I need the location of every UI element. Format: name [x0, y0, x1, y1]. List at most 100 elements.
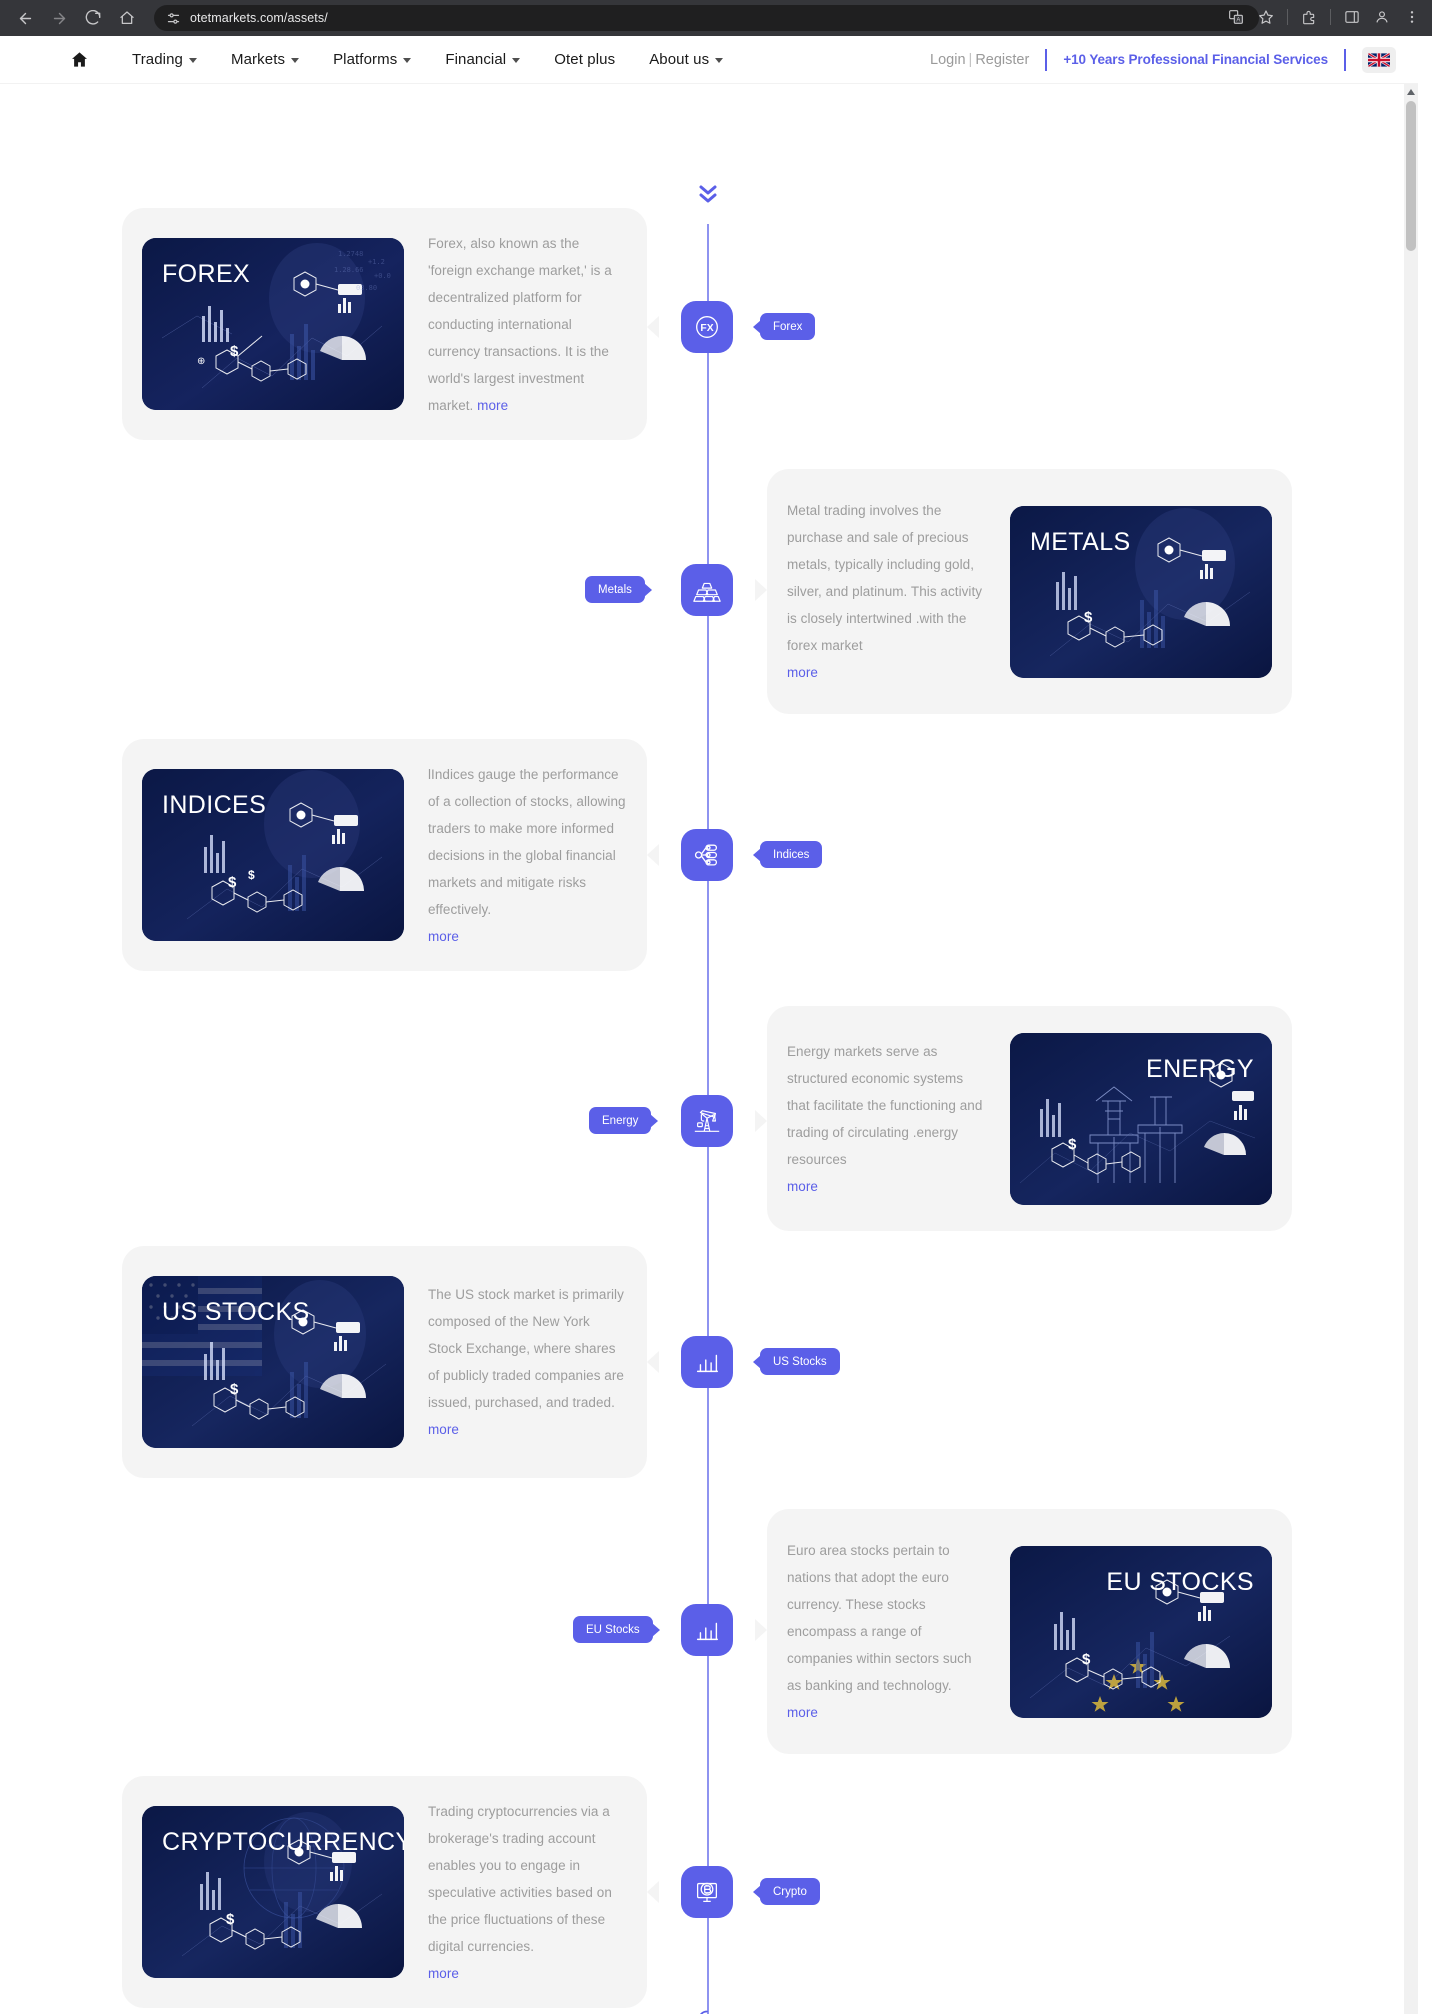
svg-text:+0.0: +0.0 [374, 272, 391, 280]
pill-label: Metals [598, 583, 632, 596]
header-divider-2 [1344, 48, 1346, 71]
promo-banner-text: +10 Years Professional Financial Service… [1063, 52, 1328, 67]
uk-flag-icon [1368, 52, 1390, 67]
svg-text:$: $ [230, 1381, 239, 1398]
chevron-down-icon [291, 58, 300, 63]
scroll-down-chevrons-icon [690, 184, 726, 206]
pill-label: Energy [602, 1114, 639, 1127]
section-image-forex: $ ⊕ 1.2748 +1.2 1.28.66 +0.0 03.80 FOREX [142, 238, 404, 410]
section-image-us-stocks: $ US STOCKS [142, 1276, 404, 1448]
scrollbar-thumb[interactable] [1406, 101, 1416, 251]
pill-eu-stocks[interactable]: EU Stocks [573, 1616, 653, 1643]
more-link-crypto[interactable]: more [428, 1960, 627, 1987]
svg-text:$: $ [1082, 1651, 1091, 1668]
chevron-down-icon [715, 58, 724, 63]
panel-notch-forex [647, 316, 659, 338]
reload-icon[interactable] [78, 3, 108, 33]
more-link-indices[interactable]: more [428, 923, 627, 950]
section-title-crypto: CRYPTOCURRENCY [162, 1828, 404, 1856]
toolbar-divider [1287, 9, 1288, 25]
nav-item-otet-plus[interactable]: Otet plus [537, 51, 632, 68]
node-icon-indices[interactable] [681, 829, 733, 881]
node-icon-forex[interactable]: FX [681, 301, 733, 353]
nav-item-financial[interactable]: Financial [428, 51, 537, 68]
nav-home-icon[interactable] [70, 50, 89, 69]
section-body-energy: Energy markets serve as structured econo… [787, 1038, 986, 1200]
address-bar[interactable]: otetmarkets.com/assets/ [154, 5, 1259, 31]
toolbar-divider-2 [1330, 9, 1331, 25]
pill-energy[interactable]: Energy [589, 1107, 652, 1134]
more-link-eu-stocks[interactable]: more [787, 1699, 986, 1726]
svg-text:1.28.66: 1.28.66 [334, 266, 364, 274]
register-link[interactable]: Register [975, 52, 1029, 68]
forward-icon[interactable] [44, 3, 74, 33]
section-body-us-stocks: The US stock market is primarily compose… [428, 1281, 627, 1443]
body-text: lIndices gauge the performance of a coll… [428, 766, 626, 917]
body-text: Euro area stocks pertain to nations that… [787, 1543, 972, 1693]
login-link[interactable]: Login [930, 52, 965, 68]
browser-toolbar: otetmarkets.com/assets/ A [0, 0, 1432, 36]
pill-us-stocks[interactable]: US Stocks [760, 1348, 840, 1375]
home-icon[interactable] [112, 3, 142, 33]
pill-crypto[interactable]: Crypto [760, 1878, 820, 1905]
body-text: The US stock market is primarily compose… [428, 1287, 624, 1410]
body-text: Forex, also known as the 'foreign exchan… [428, 235, 612, 413]
svg-text:$: $ [228, 874, 237, 891]
nav-label: Trading [132, 51, 184, 68]
svg-text:A: A [1236, 18, 1240, 24]
section-title-eu-stocks: EU STOCKS [1106, 1567, 1254, 1596]
chrome-menu-icon[interactable] [1398, 3, 1426, 31]
node-icon-energy[interactable] [681, 1095, 733, 1147]
bar-chart-icon [696, 1354, 719, 1373]
body-text: Metal trading involves the purchase and … [787, 503, 983, 653]
header-divider-1 [1045, 48, 1048, 71]
section-panel-energy: Energy markets serve as structured econo… [767, 1006, 1292, 1231]
pill-label: Indices [773, 848, 810, 861]
nav-label: Platforms [333, 51, 398, 68]
translate-icon[interactable]: A [1222, 3, 1250, 31]
nav-label: Otet plus [554, 51, 616, 68]
nav-item-platforms[interactable]: Platforms [316, 51, 428, 68]
scroll-up-arrow[interactable] [1404, 84, 1418, 100]
language-selector[interactable] [1362, 46, 1396, 73]
pill-label: Crypto [773, 1885, 807, 1898]
chevron-down-icon [189, 58, 198, 63]
profile-avatar-icon[interactable] [1368, 3, 1396, 31]
browser-actions: A [1222, 3, 1426, 31]
more-link-energy[interactable]: more [787, 1173, 986, 1200]
pill-indices[interactable]: Indices [760, 841, 823, 868]
section-title-us-stocks: US STOCKS [162, 1298, 310, 1326]
section-title-energy: ENERGY [1146, 1054, 1254, 1083]
side-panel-icon[interactable] [1338, 3, 1366, 31]
nav-item-trading[interactable]: Trading [115, 51, 214, 68]
more-link-forex[interactable]: more [477, 398, 508, 413]
chevron-down-icon [512, 58, 521, 63]
svg-text:$: $ [1068, 1136, 1077, 1153]
node-icon-us-stocks[interactable] [681, 1336, 733, 1388]
pill-forex[interactable]: Forex [760, 313, 816, 340]
more-link-metals[interactable]: more [787, 659, 986, 686]
indices-nodes-icon [694, 844, 718, 866]
section-image-eu-stocks: $ EU STOCKS [1010, 1545, 1272, 1718]
node-icon-eu-stocks[interactable] [681, 1604, 733, 1656]
more-link-us-stocks[interactable]: more [428, 1416, 627, 1443]
section-panel-crypto: $ CRYPTOCURRENCY Trading cryptocurrencie… [122, 1776, 647, 2008]
extensions-icon[interactable] [1295, 3, 1323, 31]
bookmark-star-icon[interactable] [1252, 3, 1280, 31]
nav-item-markets[interactable]: Markets [214, 51, 316, 68]
node-icon-crypto[interactable] [681, 1866, 733, 1918]
panel-notch-metals [755, 579, 767, 601]
nav-item-about-us[interactable]: About us [632, 51, 740, 68]
panel-notch-crypto [647, 1881, 659, 1903]
section-title-forex: FOREX [162, 260, 251, 288]
main-navigation: Trading Markets Platforms Financial Otet… [70, 50, 740, 69]
page-scrollbar[interactable] [1404, 84, 1418, 2014]
section-image-energy: $ ENERGY [1010, 1032, 1272, 1205]
section-body-crypto: Trading cryptocurrencies via a brokerage… [428, 1798, 627, 1987]
site-settings-icon[interactable] [166, 11, 181, 26]
node-icon-metals[interactable] [681, 564, 733, 616]
back-icon[interactable] [10, 3, 40, 33]
auth-links: Login | Register [930, 52, 1029, 68]
oil-pump-icon [694, 1110, 720, 1132]
pill-metals[interactable]: Metals [585, 576, 645, 603]
